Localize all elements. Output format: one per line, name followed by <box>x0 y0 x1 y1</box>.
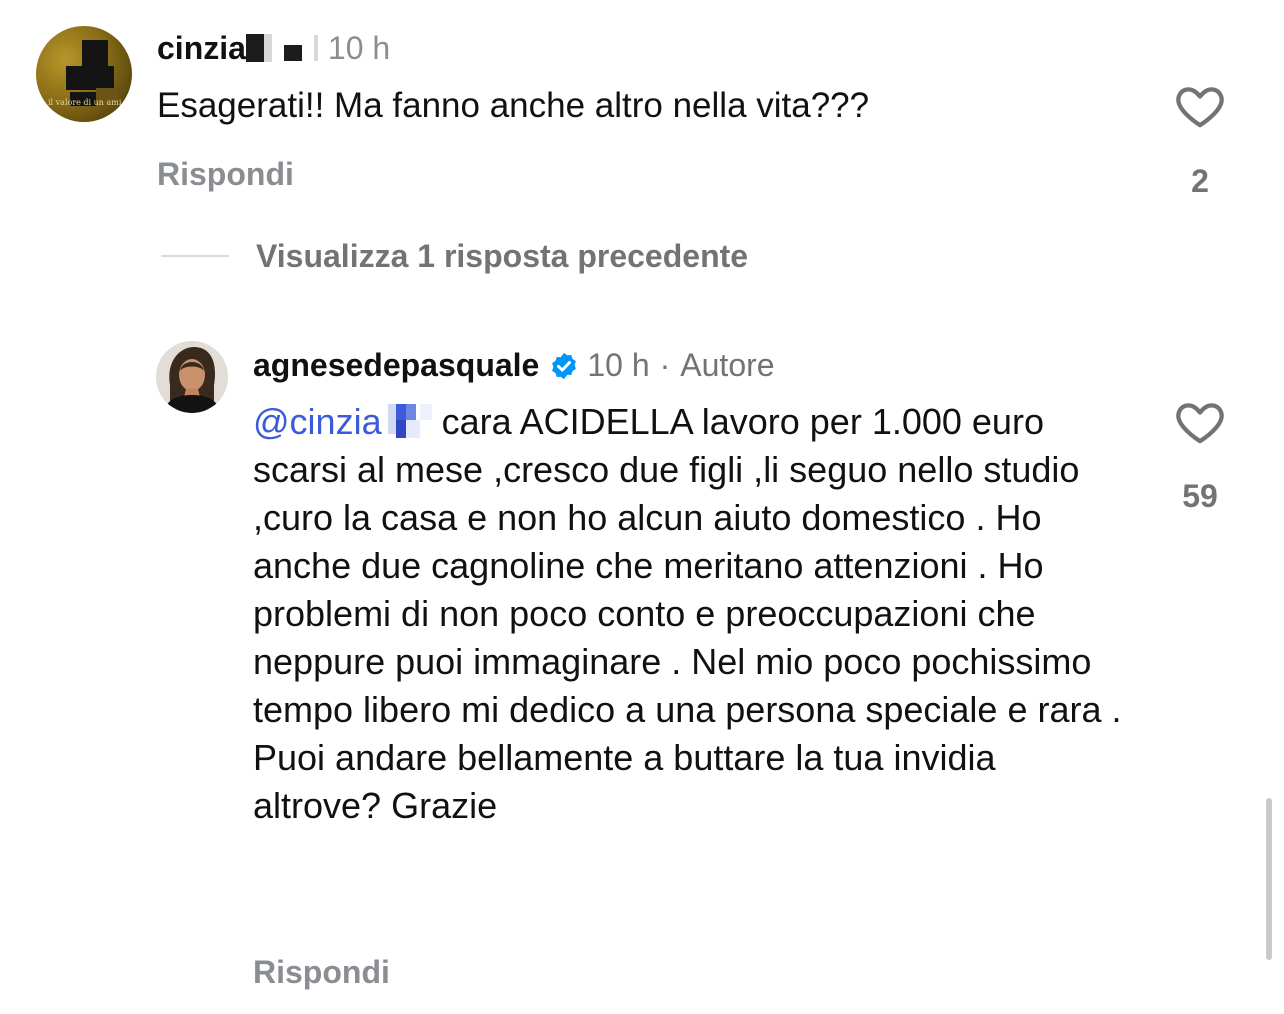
comment2-username[interactable]: agnesedepasquale <box>253 345 539 385</box>
author-label: Autore <box>680 347 775 383</box>
comment2-text: cara ACIDELLA lavoro per 1.000 euro scar… <box>253 401 1122 826</box>
verified-badge-icon <box>549 350 579 380</box>
redacted-pixels <box>384 404 434 440</box>
comment2-reply-button[interactable]: Rispondi <box>253 952 390 992</box>
comment2-body: @cinzia cara ACIDELLA lavoro per 1.000 eu… <box>253 398 1133 830</box>
view-previous-replies-label: Visualizza 1 risposta precedente <box>256 237 749 274</box>
comment1-reply-button[interactable]: Rispondi <box>157 154 294 194</box>
comment2-time: 10 h <box>587 347 650 383</box>
comment1-like-count: 2 <box>1191 163 1209 199</box>
redacted-block <box>245 34 318 62</box>
comment1-text: Esagerati!! Ma fanno anche altro nella v… <box>157 86 870 125</box>
heart-outline-icon[interactable] <box>1173 79 1227 133</box>
mention-link[interactable]: @cinzia <box>253 401 382 442</box>
comment1-time: 10 h <box>327 30 391 66</box>
comment2-header: agnesedepasquale 10 h · Autore <box>253 345 775 385</box>
comment1-username[interactable]: cinzia <box>157 28 246 68</box>
comment2-like-count: 59 <box>1182 478 1218 514</box>
view-previous-replies-button[interactable]: Visualizza 1 risposta precedente <box>161 236 748 276</box>
avatar-agnesedepasquale[interactable] <box>156 341 228 413</box>
avatar-cinzia[interactable]: il valore di un ami <box>36 26 132 122</box>
comments-thread: il valore di un ami cinzia 10 h Esagerat… <box>0 0 1284 1014</box>
scrollbar[interactable] <box>1266 798 1272 960</box>
heart-outline-icon[interactable] <box>1173 395 1227 449</box>
separator-dot: · <box>659 347 671 383</box>
avatar-caption: il valore di un ami <box>48 98 122 107</box>
divider-line <box>161 255 229 257</box>
comment1-header: cinzia 10 h <box>157 28 390 68</box>
